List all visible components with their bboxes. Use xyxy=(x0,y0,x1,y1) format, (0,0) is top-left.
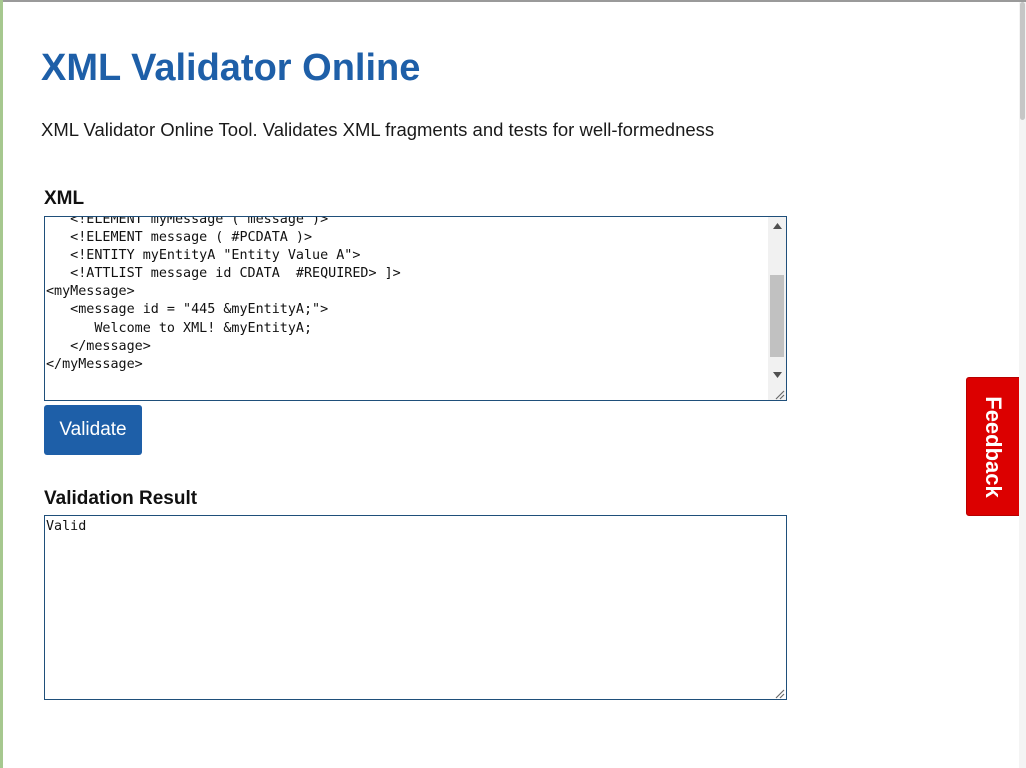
feedback-label: Feedback xyxy=(981,395,1006,498)
page-scrollbar[interactable] xyxy=(1019,2,1026,768)
validation-result-label: Validation Result xyxy=(44,488,198,509)
resize-grip-icon[interactable] xyxy=(773,387,785,400)
xml-input[interactable]: <!ELEMENT myMessage ( message )> <!ELEME… xyxy=(44,216,787,401)
chevron-up-icon[interactable] xyxy=(768,217,786,235)
xml-label: XML xyxy=(44,188,85,209)
validate-button[interactable]: Validate xyxy=(44,405,142,455)
validation-result-text: Valid xyxy=(46,519,87,534)
xml-input-text[interactable]: <!ELEMENT myMessage ( message )> <!ELEME… xyxy=(46,217,401,374)
validation-result-output[interactable]: Valid xyxy=(44,515,787,700)
resize-grip-icon[interactable] xyxy=(773,686,785,699)
left-accent-bar xyxy=(0,0,3,768)
page-title: XML Validator Online xyxy=(41,47,421,89)
page: XML Validator Online XML Validator Onlin… xyxy=(0,0,1026,768)
page-description: XML Validator Online Tool. Validates XML… xyxy=(41,119,715,140)
page-scrollbar-thumb[interactable] xyxy=(1020,2,1025,120)
scrollbar-thumb[interactable] xyxy=(770,275,784,357)
feedback-tab[interactable]: Feedback xyxy=(966,377,1020,516)
window-top-border xyxy=(0,0,1026,2)
xml-input-scrollbar[interactable] xyxy=(768,217,786,384)
